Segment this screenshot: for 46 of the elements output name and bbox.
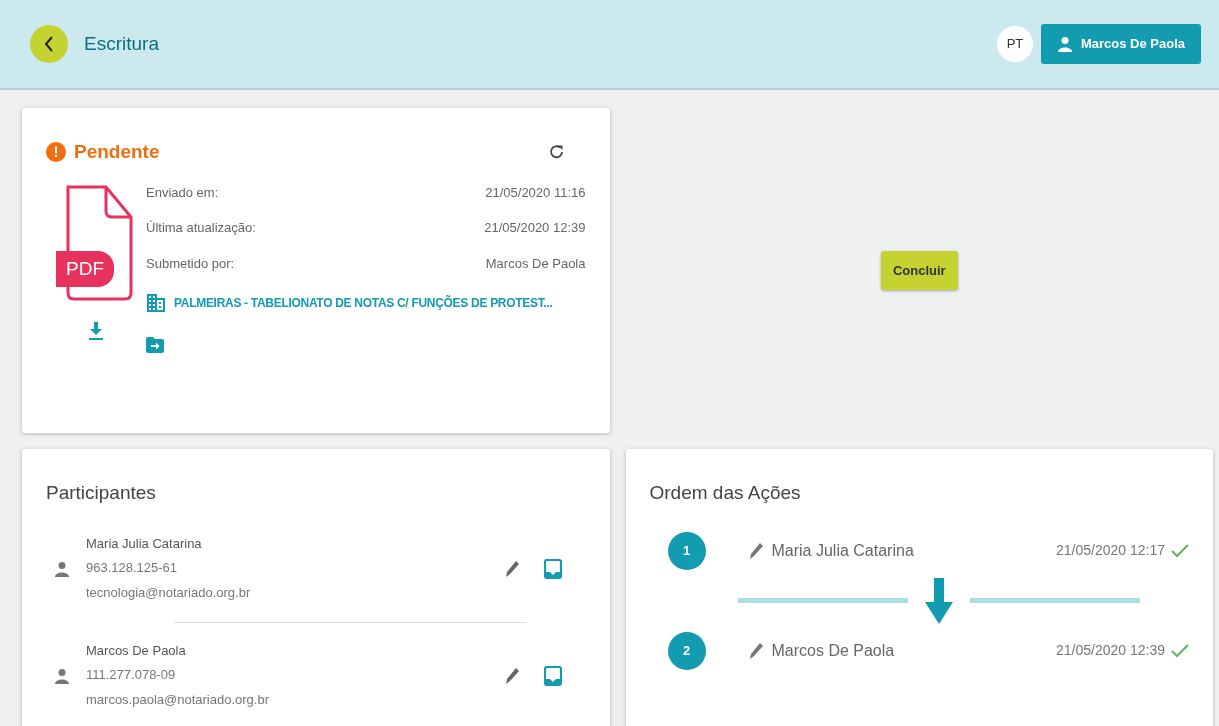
building-icon [146,293,166,313]
card-title: Participantes [46,481,157,505]
sign-button[interactable] [503,666,520,685]
action-signer: Maria Julia Catarina [771,540,915,561]
participant-document: 963.128.125-61 [86,559,179,578]
participant-name: Marcos De Paola [86,641,187,660]
download-button[interactable] [88,320,104,341]
person-icon [54,560,70,577]
field-value: 21/05/2020 12:39 [484,219,586,237]
pen-icon [503,559,520,578]
move-folder-button[interactable] [146,337,164,353]
inbox-icon [543,558,562,579]
back-icon [43,35,55,53]
action-signer: Marcos De Paola [771,640,896,661]
field-label: Submetido por: [146,254,235,273]
participant-email: marcos.paola@notariado.org.br [86,690,270,709]
pen-icon [503,666,520,685]
participant-name: Maria Julia Catarina [86,534,203,553]
field-label: Última atualização: [146,219,256,237]
inbox-button[interactable] [543,665,562,686]
back-button[interactable] [30,25,68,63]
user-icon [1056,36,1073,52]
pen-icon [747,541,764,560]
down-arrow-icon [924,577,955,624]
conclude-button[interactable]: Concluir [880,250,958,291]
download-icon [88,320,104,341]
folder-icon [146,337,164,353]
inbox-button[interactable] [543,558,562,579]
page-title: Escritura [84,31,159,56]
field-value: 21/05/2020 11:16 [485,183,586,202]
person-icon [54,667,70,684]
status-label: Pendente [74,140,160,164]
step-number: 2 [667,631,706,670]
participant-document: 111.277.078-09 [86,666,177,685]
pen-icon [747,641,764,660]
inbox-icon [543,665,562,686]
alert-icon [46,142,66,163]
card-title: Ordem das Ações [649,481,802,505]
action-time: 21/05/2020 12:39 [1056,641,1165,660]
field-value: Marcos De Paola [485,254,586,273]
step-number: 1 [667,531,706,570]
sign-button[interactable] [503,559,520,578]
field-label: Enviado em: [146,183,219,202]
language-button[interactable]: PT [996,26,1033,62]
participant-email: tecnologia@notariado.org.br [86,583,252,602]
action-time: 21/05/2020 12:17 [1056,541,1165,560]
